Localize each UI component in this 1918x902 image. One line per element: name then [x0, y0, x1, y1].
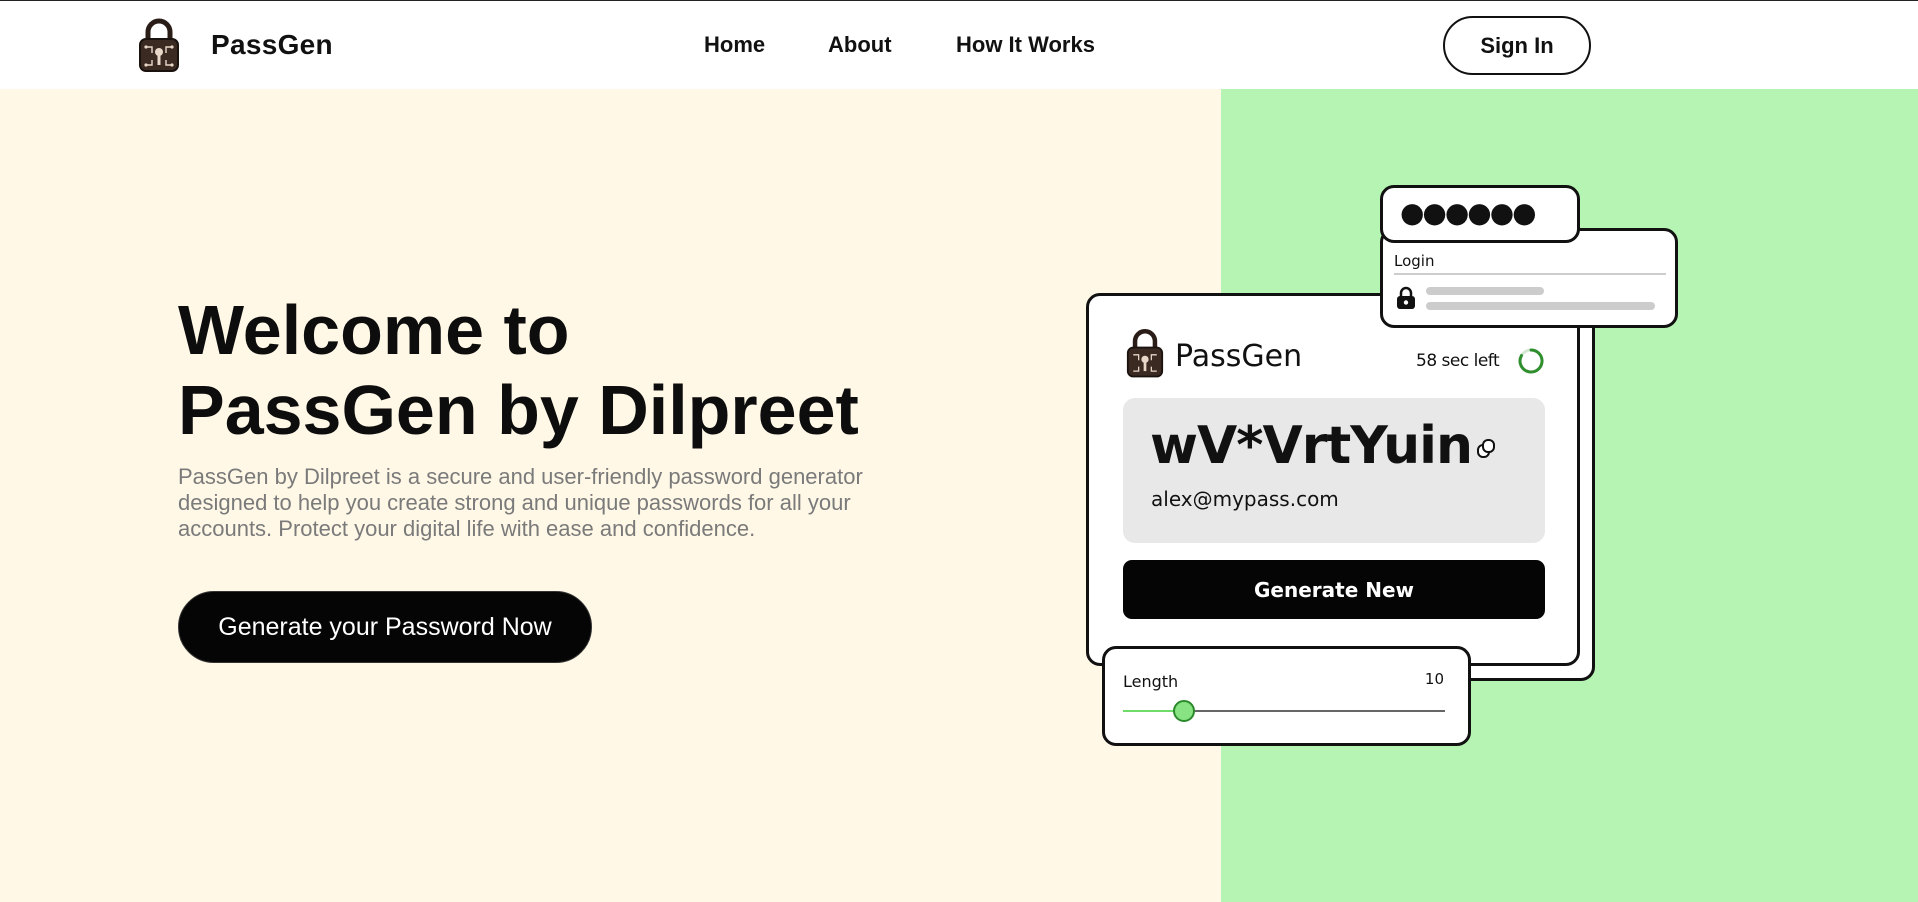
copy-icon[interactable]	[1475, 437, 1497, 461]
login-divider	[1394, 273, 1666, 275]
length-card	[1102, 646, 1471, 746]
lock-icon	[1397, 286, 1415, 309]
brand-name[interactable]: PassGen	[211, 29, 333, 61]
padlock-logo-icon	[1126, 329, 1164, 378]
card-brand-name: PassGen	[1175, 339, 1303, 374]
length-label: Length	[1123, 672, 1179, 691]
length-slider-track[interactable]	[1123, 700, 1445, 722]
timer-ring-icon	[1518, 348, 1544, 374]
nav-home-link[interactable]: Home	[704, 32, 765, 58]
padlock-logo-icon[interactable]	[138, 17, 180, 73]
length-slider-thumb[interactable]	[1173, 700, 1196, 722]
generate-password-cta-button[interactable]: Generate your Password Now	[178, 591, 592, 663]
login-label: Login	[1394, 252, 1435, 270]
generated-password: wV*VrtYuin	[1150, 416, 1473, 476]
length-value: 10	[1424, 670, 1444, 688]
login-card	[1380, 228, 1678, 328]
account-email: alex@mypass.com	[1151, 487, 1339, 511]
hero-title: Welcome to PassGen by Dilpreet	[178, 290, 859, 450]
nav-about-link[interactable]: About	[828, 32, 892, 58]
timer-text: 58 sec left	[1416, 351, 1500, 371]
hero-title-line-2: PassGen by Dilpreet	[178, 371, 859, 449]
nav-how-it-works-link[interactable]: How It Works	[956, 32, 1095, 58]
hero-description: PassGen by Dilpreet is a secure and user…	[178, 464, 863, 541]
hero-title-line-1: Welcome to	[178, 291, 570, 369]
site-header: PassGen Home About How It Works Sign In	[0, 1, 1918, 89]
sign-in-button[interactable]: Sign In	[1443, 16, 1591, 75]
login-placeholder-bar	[1426, 287, 1544, 295]
generate-new-button[interactable]: Generate New	[1123, 560, 1545, 619]
login-placeholder-bar	[1426, 302, 1655, 310]
masked-password-dots: ●●●●●●	[1400, 196, 1537, 229]
